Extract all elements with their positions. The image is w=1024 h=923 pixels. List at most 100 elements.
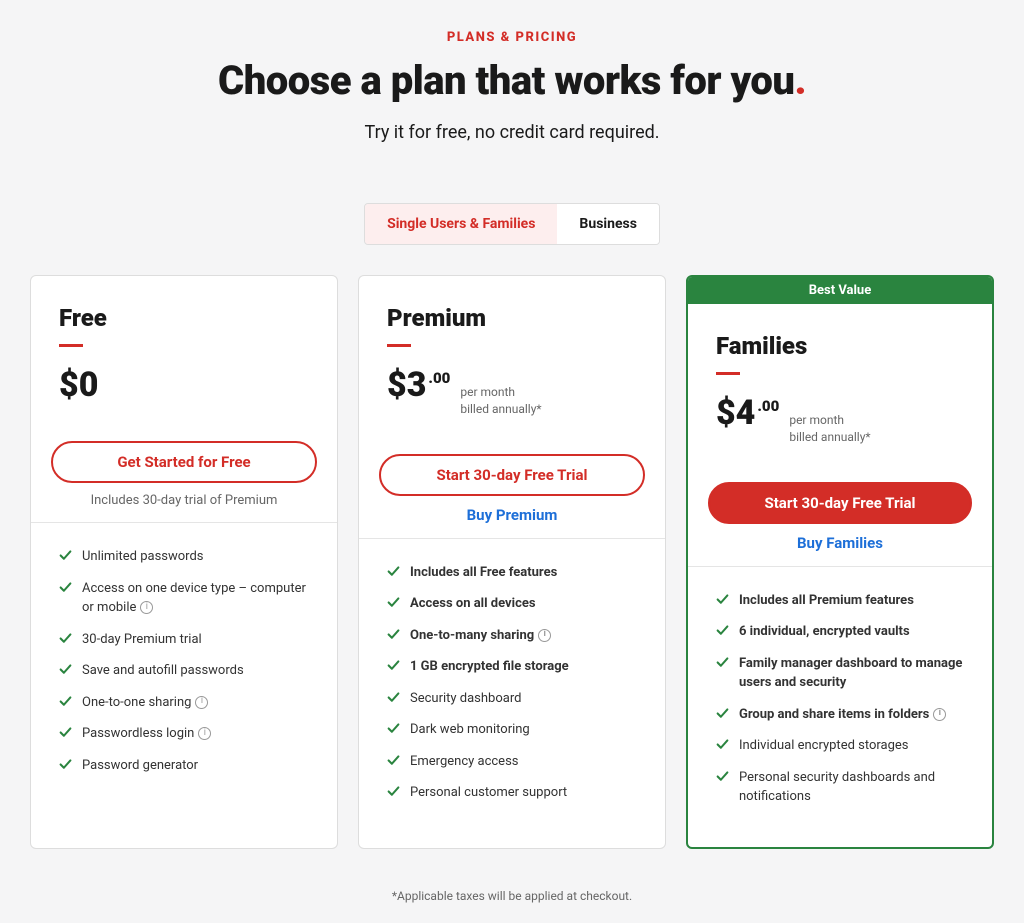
plan-price: $4.00 bbox=[716, 393, 779, 433]
feature-item: Security dashboard bbox=[387, 689, 637, 709]
sub-cta[interactable]: Buy Families bbox=[688, 534, 992, 552]
accent-bar bbox=[387, 344, 411, 347]
tab-group: Single Users & Families Business bbox=[30, 203, 994, 245]
feature-text: Family manager dashboard to manage users… bbox=[739, 654, 964, 693]
tab-business[interactable]: Business bbox=[557, 204, 658, 244]
feature-text: 6 individual, encrypted vaults bbox=[739, 622, 910, 642]
best-value-badge: Best Value bbox=[688, 277, 992, 304]
feature-item: Password generator bbox=[59, 756, 309, 776]
check-icon bbox=[59, 758, 72, 771]
info-icon[interactable]: i bbox=[538, 629, 551, 642]
feature-text: Includes all Free features bbox=[410, 563, 557, 583]
feature-list: Includes all Premium features 6 individua… bbox=[688, 567, 992, 847]
plan-card-premium: Premium $3.00 per monthbilled annually* Sta… bbox=[358, 275, 666, 849]
feature-list: Includes all Free features Access on all … bbox=[359, 539, 665, 843]
feature-item: Access on all devices bbox=[387, 594, 637, 614]
tax-footnote: *Applicable taxes will be applied at che… bbox=[30, 889, 994, 903]
check-icon bbox=[716, 770, 729, 783]
plan-card-families: Best Value Families $4.00 per monthbilled a… bbox=[686, 275, 994, 849]
sub-cta: Includes 30-day trial of Premium bbox=[31, 493, 337, 508]
feature-text: Access on one device type – computer or … bbox=[82, 579, 309, 618]
feature-item: Access on one device type – computer or … bbox=[59, 579, 309, 618]
accent-bar bbox=[716, 372, 740, 375]
feature-text: Access on all devices bbox=[410, 594, 536, 614]
plan-name: Families bbox=[716, 332, 964, 360]
price-meta: per monthbilled annually* bbox=[789, 412, 870, 446]
page-title: Choose a plan that works for you. bbox=[30, 57, 994, 104]
feature-text: Security dashboard bbox=[410, 689, 521, 709]
check-icon bbox=[387, 596, 400, 609]
plan-card-free: Free$0Get Started for FreeIncludes 30-da… bbox=[30, 275, 338, 849]
feature-item: One-to-many sharingi bbox=[387, 626, 637, 646]
feature-text: 30-day Premium trial bbox=[82, 630, 202, 650]
check-icon bbox=[387, 785, 400, 798]
info-icon[interactable]: i bbox=[195, 696, 208, 709]
feature-item: Includes all Free features bbox=[387, 563, 637, 583]
check-icon bbox=[387, 565, 400, 578]
feature-text: One-to-one sharingi bbox=[82, 693, 208, 713]
headline-dot: . bbox=[794, 57, 806, 104]
accent-bar bbox=[59, 344, 83, 347]
check-icon bbox=[59, 726, 72, 739]
feature-text: Unlimited passwords bbox=[82, 547, 204, 567]
feature-item: 30-day Premium trial bbox=[59, 630, 309, 650]
feature-item: Unlimited passwords bbox=[59, 547, 309, 567]
check-icon bbox=[387, 691, 400, 704]
cta-button[interactable]: Start 30-day Free Trial bbox=[379, 454, 645, 496]
check-icon bbox=[387, 659, 400, 672]
feature-text: Save and autofill passwords bbox=[82, 661, 244, 681]
subheadline: Try it for free, no credit card required… bbox=[30, 122, 994, 143]
feature-text: Personal customer support bbox=[410, 783, 567, 803]
feature-item: Personal security dashboards and notific… bbox=[716, 768, 964, 807]
feature-text: Group and share items in foldersi bbox=[739, 705, 946, 725]
plan-name: Premium bbox=[387, 304, 637, 332]
feature-text: Passwordless logini bbox=[82, 724, 211, 744]
check-icon bbox=[59, 663, 72, 676]
sub-cta[interactable]: Buy Premium bbox=[359, 506, 665, 524]
feature-item: Passwordless logini bbox=[59, 724, 309, 744]
check-icon bbox=[716, 624, 729, 637]
feature-text: Emergency access bbox=[410, 752, 519, 772]
feature-item: Individual encrypted storages bbox=[716, 736, 964, 756]
check-icon bbox=[387, 722, 400, 735]
check-icon bbox=[716, 656, 729, 669]
cta-button[interactable]: Start 30-day Free Trial bbox=[708, 482, 972, 524]
tab-single-users[interactable]: Single Users & Families bbox=[365, 204, 557, 244]
check-icon bbox=[59, 581, 72, 594]
feature-text: Password generator bbox=[82, 756, 198, 776]
check-icon bbox=[387, 628, 400, 641]
feature-text: Dark web monitoring bbox=[410, 720, 530, 740]
feature-item: Includes all Premium features bbox=[716, 591, 964, 611]
plan-price: $0 bbox=[59, 365, 98, 405]
feature-text: Personal security dashboards and notific… bbox=[739, 768, 964, 807]
check-icon bbox=[59, 632, 72, 645]
eyebrow: PLANS & PRICING bbox=[30, 30, 994, 45]
feature-item: Family manager dashboard to manage users… bbox=[716, 654, 964, 693]
price-meta: per monthbilled annually* bbox=[460, 384, 541, 418]
plan-price: $3.00 bbox=[387, 365, 450, 405]
feature-list: Unlimited passwords Access on one device … bbox=[31, 523, 337, 815]
feature-item: Emergency access bbox=[387, 752, 637, 772]
feature-item: 6 individual, encrypted vaults bbox=[716, 622, 964, 642]
feature-text: Includes all Premium features bbox=[739, 591, 914, 611]
feature-item: 1 GB encrypted file storage bbox=[387, 657, 637, 677]
check-icon bbox=[716, 738, 729, 751]
check-icon bbox=[716, 593, 729, 606]
feature-item: Personal customer support bbox=[387, 783, 637, 803]
feature-text: One-to-many sharingi bbox=[410, 626, 551, 646]
check-icon bbox=[387, 754, 400, 767]
feature-item: Group and share items in foldersi bbox=[716, 705, 964, 725]
check-icon bbox=[59, 549, 72, 562]
check-icon bbox=[59, 695, 72, 708]
feature-item: Dark web monitoring bbox=[387, 720, 637, 740]
feature-text: Individual encrypted storages bbox=[739, 736, 909, 756]
headline-text: Choose a plan that works for you bbox=[218, 57, 794, 104]
info-icon[interactable]: i bbox=[933, 708, 946, 721]
feature-text: 1 GB encrypted file storage bbox=[410, 657, 569, 677]
check-icon bbox=[716, 707, 729, 720]
feature-item: One-to-one sharingi bbox=[59, 693, 309, 713]
feature-item: Save and autofill passwords bbox=[59, 661, 309, 681]
info-icon[interactable]: i bbox=[198, 727, 211, 740]
info-icon[interactable]: i bbox=[140, 601, 153, 614]
cta-button[interactable]: Get Started for Free bbox=[51, 441, 317, 483]
